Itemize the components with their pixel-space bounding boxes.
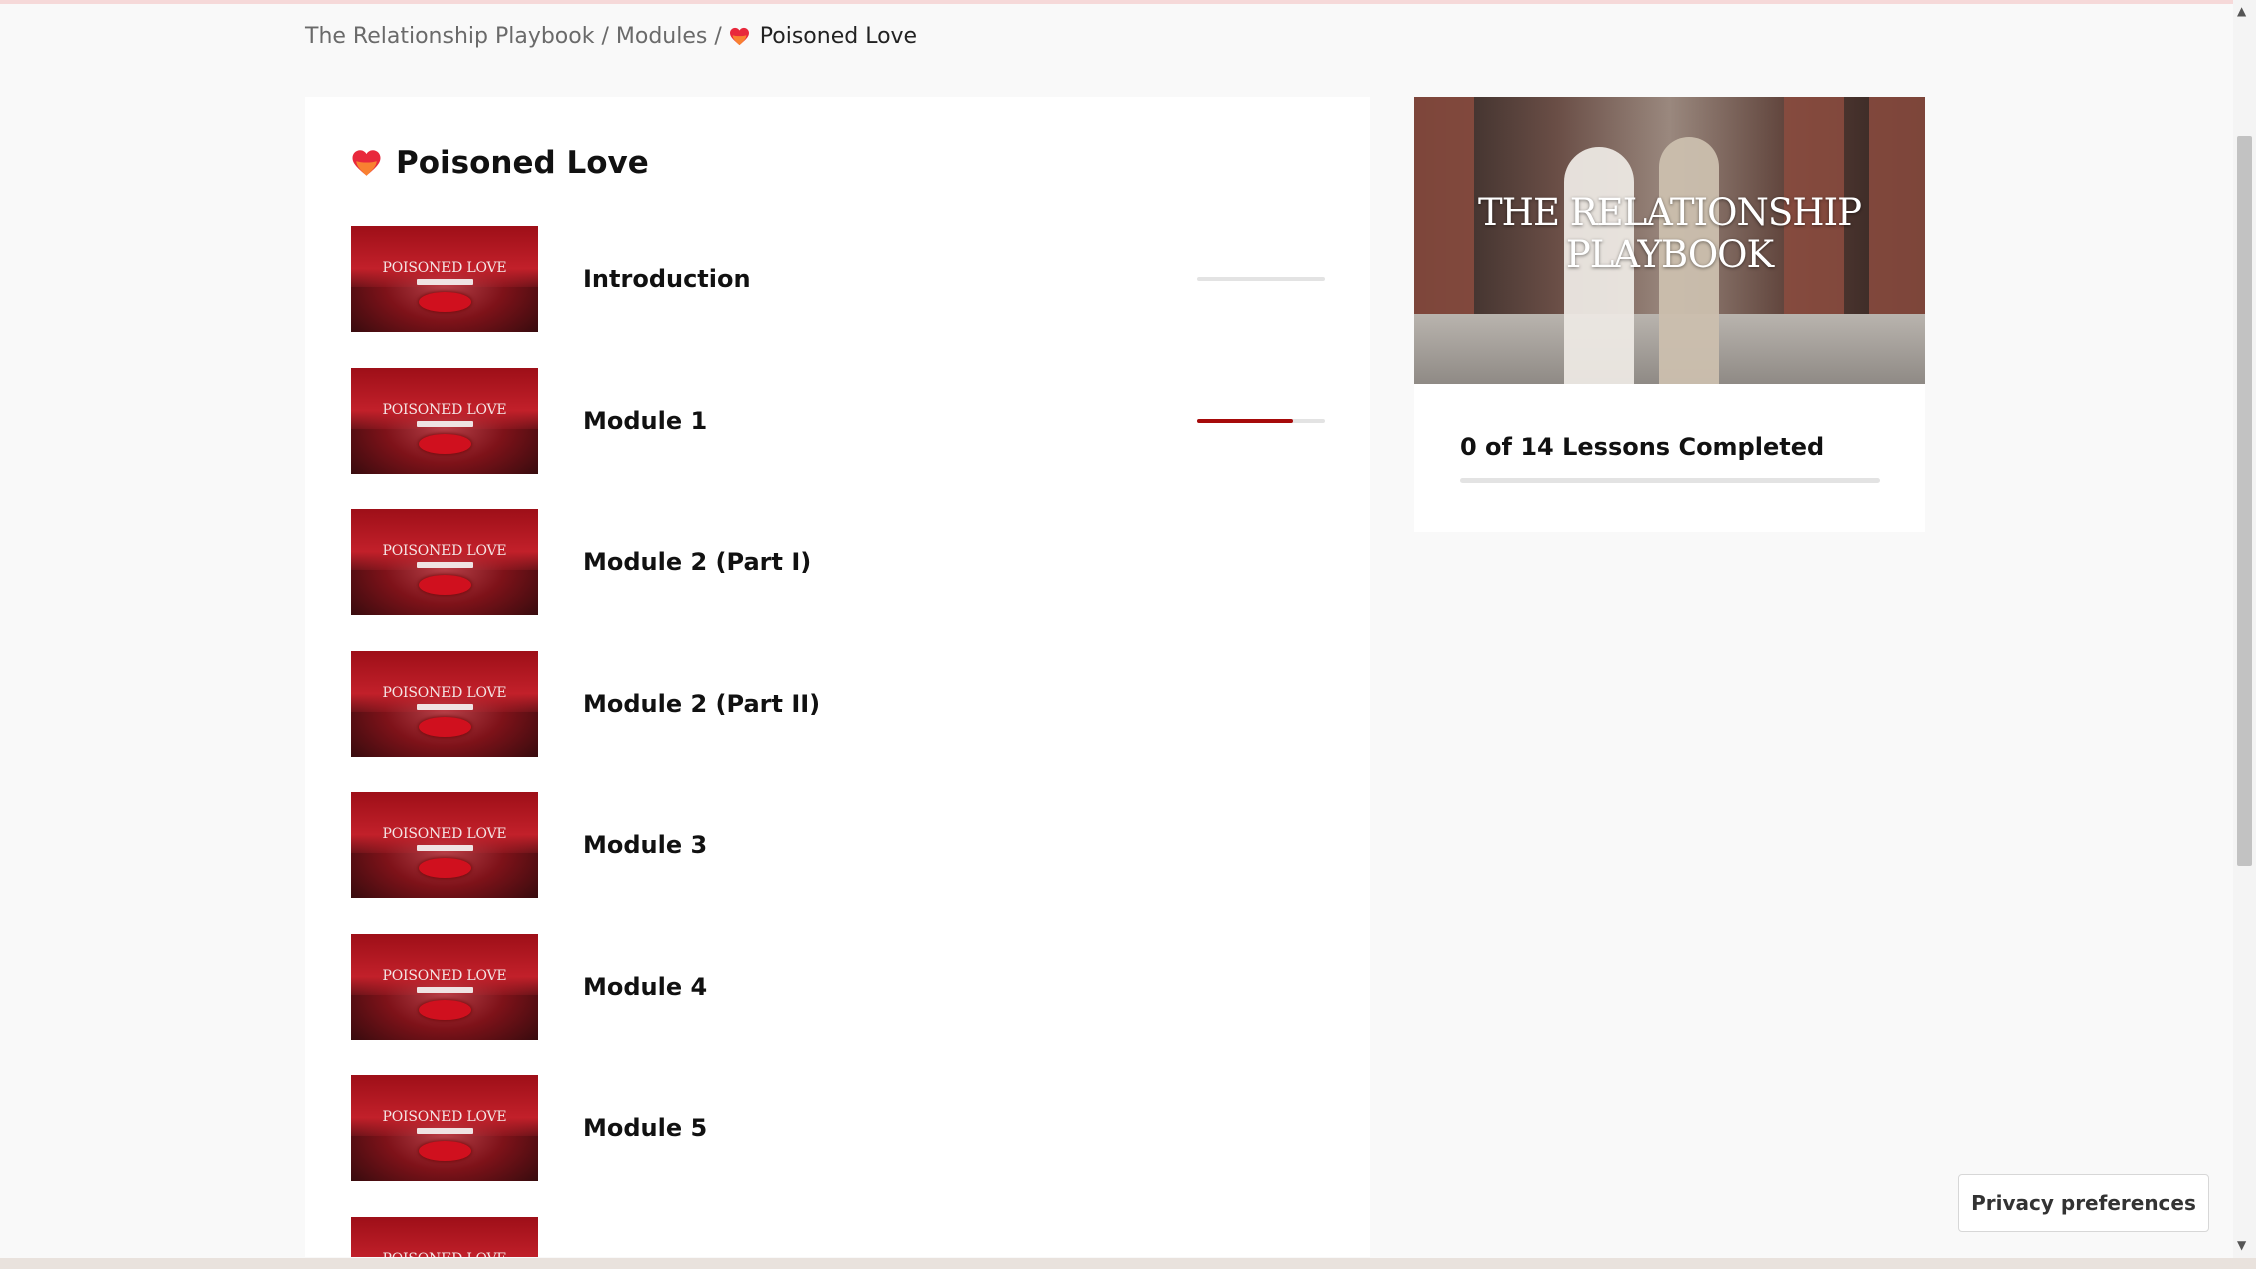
breadcrumb-modules-link[interactable]: Modules: [616, 24, 707, 49]
lesson-title[interactable]: Module 5: [583, 1114, 1325, 1142]
hero-title: THE RELATIONSHIP PLAYBOOK: [1478, 191, 1862, 276]
thumbnail-title: POISONED LOVE: [382, 402, 507, 418]
lesson-item-partial[interactable]: POISONED LOVE: [351, 1217, 1325, 1257]
lesson-item-module-1[interactable]: POISONED LOVE Module 1: [351, 368, 1325, 474]
breadcrumb-current: Poisoned Love: [729, 24, 917, 49]
bottom-strip: [0, 1258, 2256, 1269]
lesson-progress-bar: [1197, 419, 1325, 423]
course-summary-card: THE RELATIONSHIP PLAYBOOK 0 of 14 Lesson…: [1414, 97, 1925, 532]
thumbnail-title: POISONED LOVE: [382, 968, 507, 984]
thumbnail-title: POISONED LOVE: [382, 1109, 507, 1125]
breadcrumb-root-link[interactable]: The Relationship Playbook: [305, 24, 594, 49]
breadcrumb-separator: /: [601, 23, 609, 49]
lesson-item-module-2-part-1[interactable]: POISONED LOVE Module 2 (Part I): [351, 509, 1325, 615]
lesson-progress-fill: [1197, 419, 1293, 423]
top-accent-line: [0, 0, 2256, 4]
privacy-preferences-button[interactable]: Privacy preferences: [1958, 1174, 2209, 1232]
course-hero-image: THE RELATIONSHIP PLAYBOOK: [1414, 97, 1925, 384]
lesson-thumbnail: POISONED LOVE: [351, 509, 538, 615]
thumbnail-title: POISONED LOVE: [351, 1251, 538, 1257]
breadcrumb-separator: /: [714, 23, 722, 49]
course-progress-bar: [1460, 478, 1880, 483]
course-title-text: Poisoned Love: [396, 145, 649, 181]
breadcrumb: The Relationship Playbook / Modules / Po…: [305, 22, 917, 50]
scroll-down-arrow-icon[interactable]: ▼: [2237, 1238, 2246, 1252]
lesson-thumbnail: POISONED LOVE: [351, 792, 538, 898]
lesson-thumbnail: POISONED LOVE: [351, 1075, 538, 1181]
heart-icon: [729, 27, 749, 45]
lesson-thumbnail: POISONED LOVE: [351, 368, 538, 474]
scroll-up-arrow-icon[interactable]: ▲: [2237, 4, 2246, 18]
lesson-title[interactable]: Module 3: [583, 831, 1325, 859]
lesson-title[interactable]: Introduction: [583, 265, 1197, 293]
lesson-progress-bar: [1197, 277, 1325, 281]
lesson-title[interactable]: Module 4: [583, 973, 1325, 1001]
lesson-item-module-3[interactable]: POISONED LOVE Module 3: [351, 792, 1325, 898]
thumbnail-title: POISONED LOVE: [382, 260, 507, 276]
lesson-item-module-5[interactable]: POISONED LOVE Module 5: [351, 1075, 1325, 1181]
lesson-item-module-2-part-2[interactable]: POISONED LOVE Module 2 (Part II): [351, 651, 1325, 757]
lesson-thumbnail: POISONED LOVE: [351, 226, 538, 332]
thumbnail-title: POISONED LOVE: [382, 826, 507, 842]
lesson-thumbnail: POISONED LOVE: [351, 934, 538, 1040]
thumbnail-title: POISONED LOVE: [382, 685, 507, 701]
scrollbar-thumb[interactable]: [2237, 136, 2252, 866]
lesson-title[interactable]: Module 2 (Part II): [583, 690, 1325, 718]
breadcrumb-current-label: Poisoned Love: [759, 23, 918, 49]
lesson-item-module-4[interactable]: POISONED LOVE Module 4: [351, 934, 1325, 1040]
lesson-thumbnail: POISONED LOVE: [351, 651, 538, 757]
heart-icon: [352, 150, 381, 176]
lessons-completed-text: 0 of 14 Lessons Completed: [1460, 433, 1825, 461]
lesson-title[interactable]: Module 2 (Part I): [583, 548, 1325, 576]
course-card: Poisoned Love POISONED LOVE Introduction…: [305, 97, 1370, 1257]
page-title: Poisoned Love: [351, 145, 649, 181]
lesson-title[interactable]: Module 1: [583, 407, 1197, 435]
thumbnail-title: POISONED LOVE: [382, 543, 507, 559]
lesson-item-introduction[interactable]: POISONED LOVE Introduction: [351, 226, 1325, 332]
lesson-thumbnail: POISONED LOVE: [351, 1217, 538, 1257]
